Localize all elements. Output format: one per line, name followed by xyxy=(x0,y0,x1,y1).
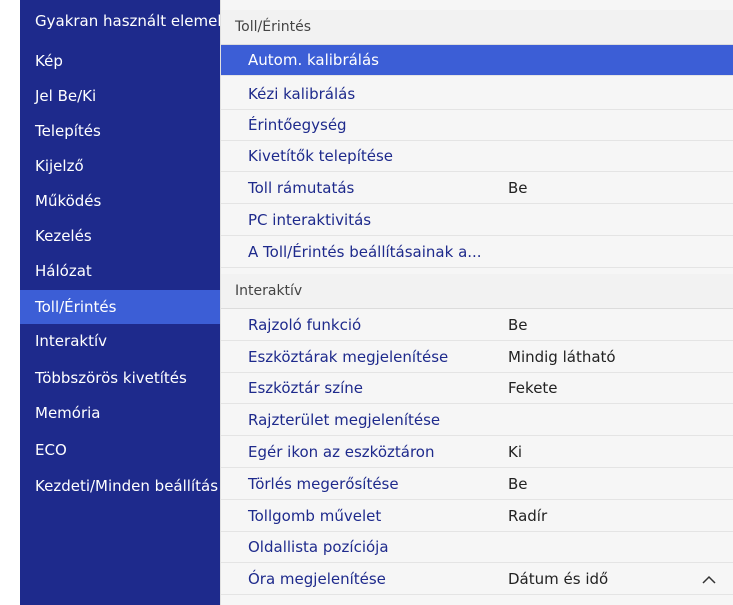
sidebar-item-label: ECO xyxy=(35,441,67,459)
row-value: Be xyxy=(508,179,528,197)
menu-row-manual-calibration[interactable]: Kézi kalibrálás xyxy=(221,79,733,110)
sidebar-item-label: Működés xyxy=(35,192,102,210)
sidebar-item-label: Gyakran használt elemek xyxy=(35,12,220,30)
sidebar-item-reset-all[interactable]: Kezdeti/Minden beállítás xyxy=(20,469,220,503)
sidebar-item-label: Kezdeti/Minden beállítás xyxy=(35,477,219,495)
menu-row-auto-calibration[interactable]: Autom. kalibrálás xyxy=(221,45,733,76)
sidebar-item-label: Többszörös kivetítés xyxy=(35,369,187,387)
menu-row-drawing-area-display[interactable]: Rajzterület megjelenítése xyxy=(221,405,733,436)
menu-row-pen-pointing[interactable]: Toll rámutatás Be xyxy=(221,173,733,204)
sidebar-item-memory[interactable]: Memória xyxy=(20,396,220,430)
sidebar-item-frequently-used[interactable]: Gyakran használt elemek xyxy=(20,4,220,38)
sidebar-item-label: Kezelés xyxy=(35,227,92,245)
row-label: Kivetítők telepítése xyxy=(248,147,394,165)
section-header-interactive: Interaktív xyxy=(221,274,733,309)
sidebar-item-image[interactable]: Kép xyxy=(20,44,220,78)
sidebar-item-label: Kijelző xyxy=(35,157,84,175)
row-value: Mindig látható xyxy=(508,348,616,366)
row-value: Be xyxy=(508,475,528,493)
row-label: Egér ikon az eszköztáron xyxy=(248,443,435,461)
sidebar-item-label: Interaktív xyxy=(35,332,108,350)
settings-panel: Toll/Érintés Autom. kalibrálás Kézi kali… xyxy=(220,0,733,605)
menu-row-touch-unit[interactable]: Érintőegység xyxy=(221,110,733,141)
menu-row-clock-display[interactable]: Óra megjelenítése Dátum és idő xyxy=(221,564,733,595)
row-label: Oldallista pozíciója xyxy=(248,538,389,556)
sidebar-item-label: Memória xyxy=(35,404,101,422)
menu-row-projector-install[interactable]: Kivetítők telepítése xyxy=(221,141,733,172)
row-label: A Toll/Érintés beállításainak a... xyxy=(248,243,482,261)
sidebar-item-multi-projection[interactable]: Többszörös kivetítés xyxy=(20,361,220,395)
row-label: Érintőegység xyxy=(248,116,347,134)
sidebar-item-operation[interactable]: Működés xyxy=(20,184,220,218)
sidebar-item-management[interactable]: Kezelés xyxy=(20,219,220,253)
sidebar-item-label: Kép xyxy=(35,52,63,70)
row-label: Tollgomb művelet xyxy=(248,507,382,525)
row-label: Kézi kalibrálás xyxy=(248,85,356,103)
row-value: Fekete xyxy=(508,379,558,397)
row-label: PC interaktivitás xyxy=(248,211,372,229)
sidebar-item-label: Jel Be/Ki xyxy=(35,87,97,105)
chevron-up-icon[interactable] xyxy=(701,571,717,587)
section-title: Toll/Érintés xyxy=(235,19,311,35)
row-value: Be xyxy=(508,316,528,334)
row-label: Autom. kalibrálás xyxy=(248,51,379,69)
sidebar-item-eco[interactable]: ECO xyxy=(20,433,220,467)
sidebar-item-signal-io[interactable]: Jel Be/Ki xyxy=(20,79,220,113)
sidebar-item-label: Hálózat xyxy=(35,262,92,280)
section-title: Interaktív xyxy=(235,283,303,299)
menu-row-mouse-icon[interactable]: Egér ikon az eszköztáron Ki xyxy=(221,437,733,468)
row-value: Dátum és idő xyxy=(508,570,609,588)
menu-row-toolbar-display[interactable]: Eszköztárak megjelenítése Mindig látható xyxy=(221,342,733,373)
row-label: Törlés megerősítése xyxy=(248,475,399,493)
section-header-pen-touch: Toll/Érintés xyxy=(221,10,733,45)
menu-row-delete-confirm[interactable]: Törlés megerősítése Be xyxy=(221,469,733,500)
sidebar-item-label: Telepítés xyxy=(35,122,101,140)
row-label: Eszköztár színe xyxy=(248,379,363,397)
sidebar-item-display[interactable]: Kijelző xyxy=(20,149,220,183)
sidebar: Gyakran használt elemek Kép Jel Be/Ki Te… xyxy=(20,0,220,605)
menu-row-pen-touch-settings[interactable]: A Toll/Érintés beállításainak a... xyxy=(221,237,733,268)
menu-row-sidebar-position[interactable]: Oldallista pozíciója xyxy=(221,532,733,563)
row-label: Eszköztárak megjelenítése xyxy=(248,348,449,366)
row-value: Ki xyxy=(508,443,523,461)
menu-row-toolbar-color[interactable]: Eszköztár színe Fekete xyxy=(221,373,733,404)
menu-window: Gyakran használt elemek Kép Jel Be/Ki Te… xyxy=(20,0,733,605)
row-label: Rajzoló funkció xyxy=(248,316,362,334)
sidebar-item-label: Toll/Érintés xyxy=(35,298,117,316)
sidebar-item-interactive[interactable]: Interaktív xyxy=(20,324,220,358)
row-label: Toll rámutatás xyxy=(248,179,355,197)
sidebar-item-pen-touch[interactable]: Toll/Érintés xyxy=(20,290,220,324)
menu-row-pen-button-action[interactable]: Tollgomb művelet Radír xyxy=(221,501,733,532)
sidebar-item-installation[interactable]: Telepítés xyxy=(20,114,220,148)
row-label: Rajzterület megjelenítése xyxy=(248,411,441,429)
sidebar-item-network[interactable]: Hálózat xyxy=(20,254,220,288)
menu-row-pc-interactivity[interactable]: PC interaktivitás xyxy=(221,205,733,236)
row-value: Radír xyxy=(508,507,548,525)
menu-row-drawing-function[interactable]: Rajzoló funkció Be xyxy=(221,310,733,341)
row-label: Óra megjelenítése xyxy=(248,570,386,588)
